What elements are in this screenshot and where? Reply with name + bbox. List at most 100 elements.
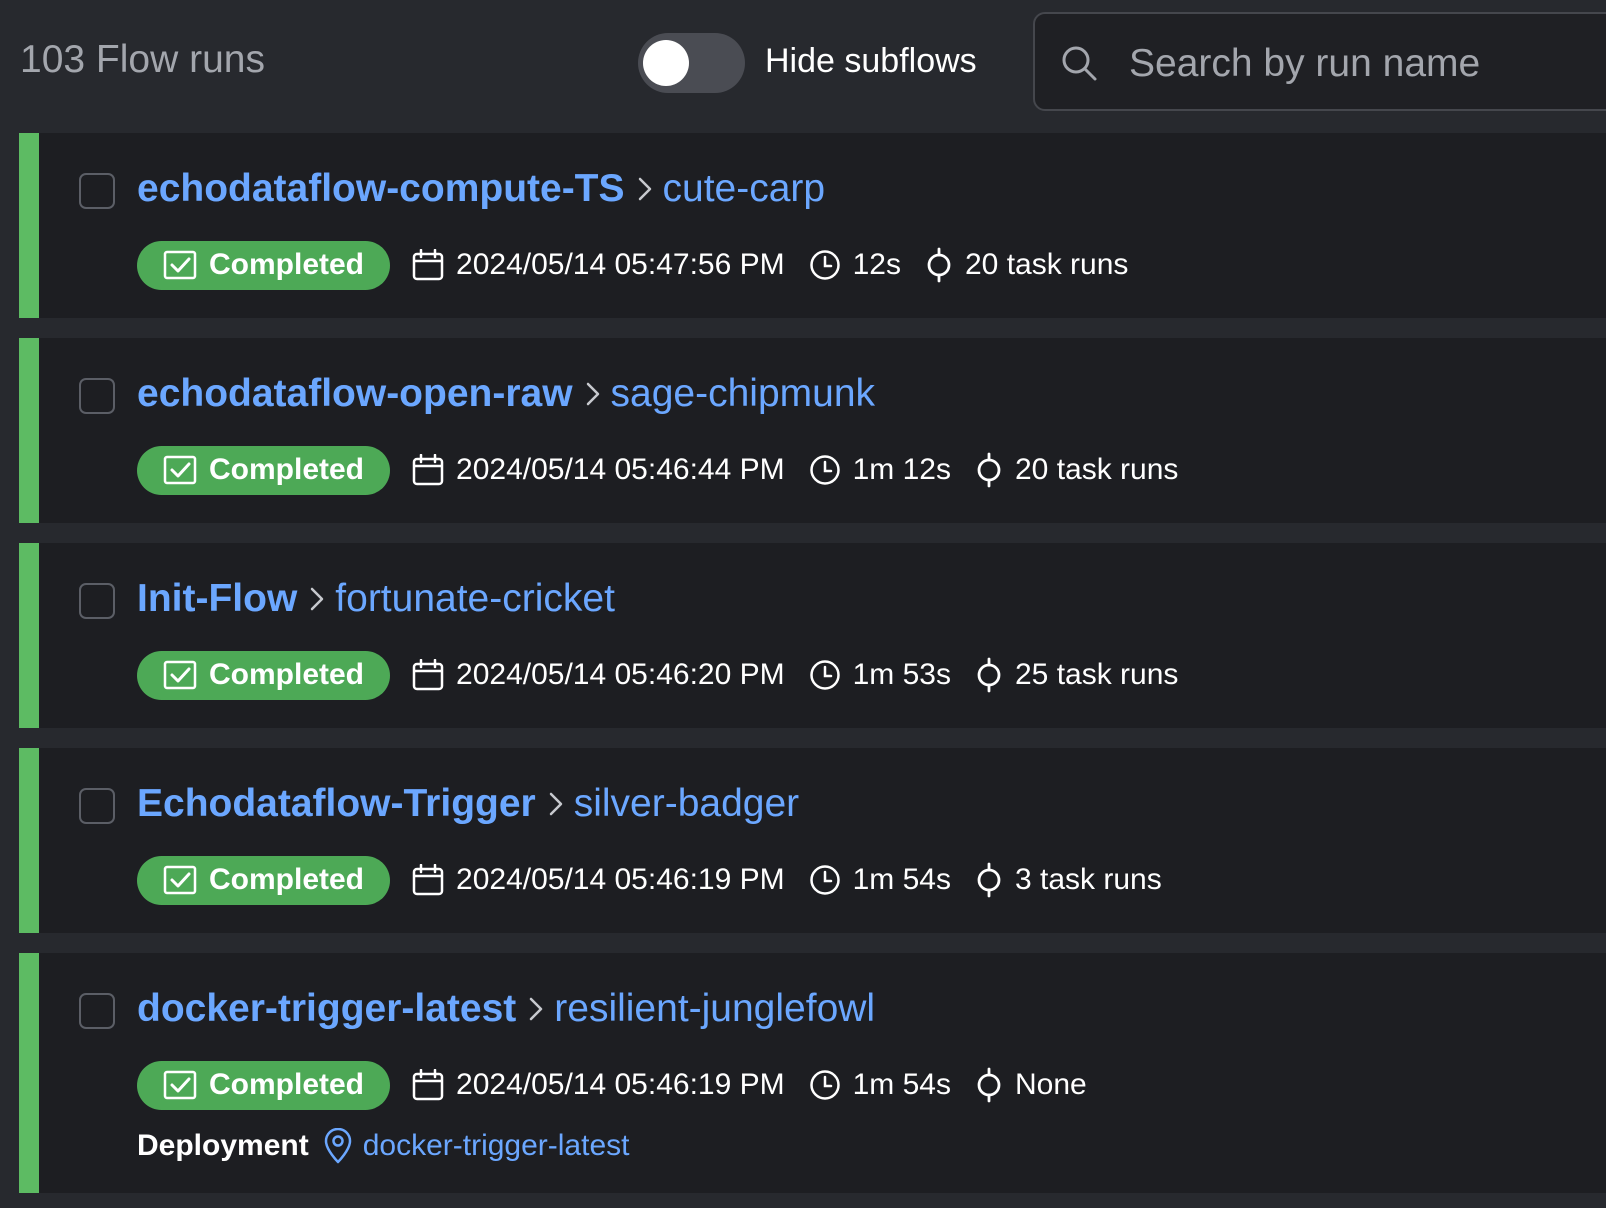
state-label: Completed: [209, 453, 365, 486]
row-checkbox[interactable]: [79, 788, 115, 824]
duration: 1m 54s: [809, 863, 951, 897]
run-meta: Completed 2024/05/14 05:46:44 PM 1m 12s …: [137, 445, 1202, 495]
flow-name-link[interactable]: echodataflow-compute-TS: [137, 167, 625, 211]
run-title: Echodataflow-Trigger silver-badger: [137, 782, 799, 826]
run-name-link[interactable]: fortunate-cricket: [335, 577, 615, 621]
duration: 1m 12s: [809, 453, 951, 487]
chevron-right-icon: [585, 380, 601, 408]
start-time-value: 2024/05/14 05:46:44 PM: [456, 453, 785, 486]
hide-subflows-toggle[interactable]: [638, 33, 745, 93]
chevron-right-icon: [528, 995, 544, 1023]
clock-icon: [809, 660, 840, 690]
map-pin-icon: [324, 1128, 351, 1164]
task-runs-value: 20 task runs: [964, 248, 1129, 281]
flow-runs-page: 103 Flow runs Hide subflows echodataflow…: [0, 0, 1606, 1208]
state-badge: Completed: [137, 650, 391, 700]
flow-name-link[interactable]: docker-trigger-latest: [137, 987, 516, 1031]
duration-value: 1m 12s: [852, 453, 951, 486]
flow-runs-header: 103 Flow runs Hide subflows: [0, 0, 1606, 128]
task-runs: 25 task runs: [975, 657, 1178, 693]
run-meta: Completed 2024/05/14 05:46:19 PM 1m 54s …: [137, 1060, 1111, 1110]
start-time: 2024/05/14 05:46:20 PM: [412, 658, 785, 692]
start-time: 2024/05/14 05:46:19 PM: [412, 863, 785, 897]
state-badge: Completed: [137, 240, 391, 290]
check-square-icon: [163, 660, 197, 690]
row-checkbox[interactable]: [79, 173, 115, 209]
toggle-knob: [643, 40, 689, 86]
search-icon: [1059, 43, 1099, 88]
clock-icon: [809, 250, 840, 280]
check-square-icon: [163, 865, 197, 895]
chevron-right-icon: [548, 790, 564, 818]
start-time-value: 2024/05/14 05:46:19 PM: [456, 863, 785, 896]
task-runs-value: None: [1015, 1068, 1087, 1101]
start-time: 2024/05/14 05:46:19 PM: [412, 1068, 785, 1102]
task-runs-icon: [977, 452, 1001, 488]
state-badge: Completed: [137, 445, 391, 495]
task-runs-icon: [977, 1067, 1001, 1103]
run-name-link[interactable]: silver-badger: [574, 782, 799, 826]
duration-value: 1m 53s: [852, 658, 951, 691]
check-square-icon: [163, 455, 197, 485]
clock-icon: [809, 455, 840, 485]
flow-run-row[interactable]: echodataflow-open-raw sage-chipmunk Comp…: [19, 338, 1606, 523]
start-time-value: 2024/05/14 05:46:19 PM: [456, 1068, 785, 1101]
row-checkbox[interactable]: [79, 378, 115, 414]
calendar-icon: [412, 864, 444, 896]
duration-value: 1m 54s: [852, 1068, 951, 1101]
run-title: echodataflow-open-raw sage-chipmunk: [137, 372, 875, 416]
task-runs: 3 task runs: [975, 862, 1162, 898]
run-meta: Completed 2024/05/14 05:46:20 PM 1m 53s …: [137, 650, 1202, 700]
calendar-icon: [412, 659, 444, 691]
flow-run-row[interactable]: Echodataflow-Trigger silver-badger Compl…: [19, 748, 1606, 933]
row-checkbox[interactable]: [79, 583, 115, 619]
duration-value: 12s: [852, 248, 901, 281]
task-runs-icon: [927, 247, 951, 283]
check-square-icon: [163, 250, 197, 280]
flow-runs-count: 103 Flow runs: [20, 38, 265, 81]
start-time: 2024/05/14 05:46:44 PM: [412, 453, 785, 487]
search-box: [1033, 12, 1606, 111]
start-time-value: 2024/05/14 05:47:56 PM: [456, 248, 785, 281]
flow-run-row[interactable]: Init-Flow fortunate-cricket Completed 20…: [19, 543, 1606, 728]
duration: 1m 53s: [809, 658, 951, 692]
state-label: Completed: [209, 248, 365, 281]
row-checkbox[interactable]: [79, 993, 115, 1029]
task-runs: None: [975, 1067, 1087, 1103]
run-name-link[interactable]: resilient-junglefowl: [554, 987, 875, 1031]
run-title: docker-trigger-latest resilient-junglefo…: [137, 987, 875, 1031]
start-time-value: 2024/05/14 05:46:20 PM: [456, 658, 785, 691]
calendar-icon: [412, 249, 444, 281]
check-square-icon: [163, 1070, 197, 1100]
flow-run-row[interactable]: echodataflow-compute-TS cute-carp Comple…: [19, 133, 1606, 318]
run-name-link[interactable]: cute-carp: [663, 167, 826, 211]
task-runs-icon: [977, 862, 1001, 898]
calendar-icon: [412, 1069, 444, 1101]
clock-icon: [809, 1070, 840, 1100]
flow-name-link[interactable]: echodataflow-open-raw: [137, 372, 573, 416]
chevron-right-icon: [637, 175, 653, 203]
hide-subflows-label: Hide subflows: [765, 42, 977, 80]
start-time: 2024/05/14 05:47:56 PM: [412, 248, 785, 282]
duration: 12s: [809, 248, 901, 282]
flow-name-link[interactable]: Echodataflow-Trigger: [137, 782, 536, 826]
flow-run-row[interactable]: docker-trigger-latest resilient-junglefo…: [19, 953, 1606, 1193]
task-runs: 20 task runs: [975, 452, 1178, 488]
flow-name-link[interactable]: Init-Flow: [137, 577, 297, 621]
run-name-link[interactable]: sage-chipmunk: [611, 372, 875, 416]
state-label: Completed: [209, 863, 365, 896]
state-badge: Completed: [137, 855, 391, 905]
duration-value: 1m 54s: [852, 863, 951, 896]
task-runs: 20 task runs: [925, 247, 1128, 283]
task-runs-value: 3 task runs: [1015, 863, 1162, 896]
run-title: Init-Flow fortunate-cricket: [137, 577, 615, 621]
search-input[interactable]: [1127, 36, 1606, 92]
run-title: echodataflow-compute-TS cute-carp: [137, 167, 825, 211]
deployment-info: Deployment docker-trigger-latest: [137, 1128, 629, 1164]
task-runs-icon: [977, 657, 1001, 693]
state-badge: Completed: [137, 1060, 391, 1110]
state-label: Completed: [209, 658, 365, 691]
calendar-icon: [412, 454, 444, 486]
run-meta: Completed 2024/05/14 05:46:19 PM 1m 54s …: [137, 855, 1186, 905]
deployment-link[interactable]: docker-trigger-latest: [363, 1129, 630, 1163]
